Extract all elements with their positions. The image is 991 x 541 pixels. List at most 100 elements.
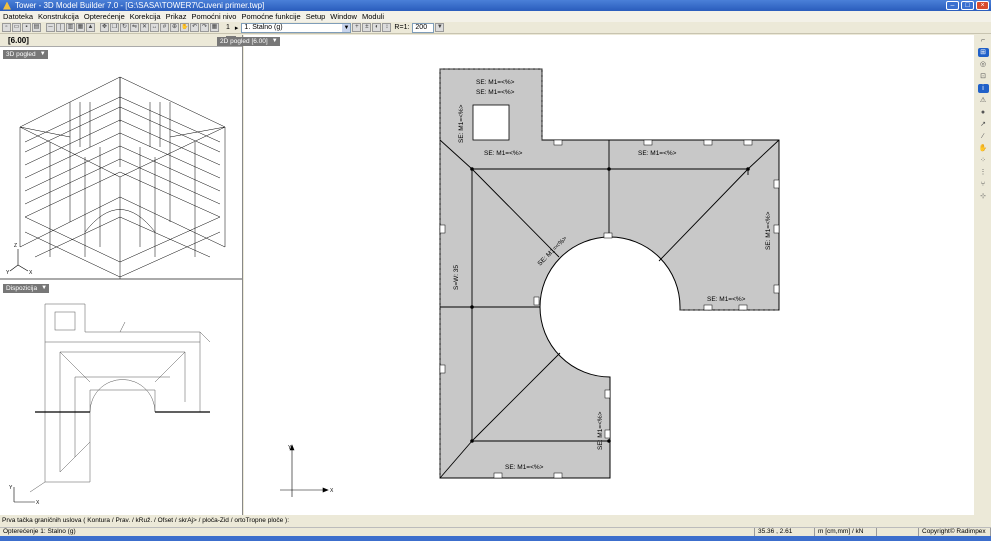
- chevron-down-icon: ▼: [271, 38, 278, 44]
- main-2d-view[interactable]: 2D pogled [6.00] ▼ SE: M1=<%> SE: M1=<%>…: [217, 35, 974, 515]
- view-dispozicija-dropdown[interactable]: Dispozicija ▼: [3, 284, 50, 293]
- status-flags: [877, 528, 919, 536]
- radius-input[interactable]: 200: [412, 22, 435, 33]
- view-dispozicija-pane[interactable]: Dispozicija ▼ Y X: [0, 282, 242, 515]
- measure-icon[interactable]: ↔: [150, 23, 159, 32]
- building-3d-model: Z X Y: [6, 76, 226, 279]
- node-icon[interactable]: ⊹: [978, 192, 989, 201]
- menu-prikaz[interactable]: Prikaz: [166, 12, 192, 21]
- green-node-icon[interactable]: ●: [978, 108, 989, 117]
- table-icon[interactable]: ▦: [210, 23, 219, 32]
- new-file-icon[interactable]: ▫: [2, 23, 11, 32]
- status-copyright: Copyright© Radimpex: [919, 528, 991, 536]
- menu-moduli[interactable]: Moduli: [362, 12, 389, 21]
- zoom-icon[interactable]: ⊕: [170, 23, 179, 32]
- disp-axis-icon: [13, 487, 35, 503]
- snap-icon[interactable]: ⊡: [978, 72, 989, 81]
- slab-label: SE: M1=<%>: [505, 464, 544, 471]
- target-icon[interactable]: ◎: [978, 60, 989, 69]
- axis-triad-icon: [9, 249, 29, 272]
- slab-label: SE: M1=<%>: [707, 296, 746, 303]
- menu-korekcija[interactable]: Korekcija: [130, 12, 166, 21]
- menu-pomocni-nivo[interactable]: Pomoćni nivo: [191, 12, 241, 21]
- grid-snap-icon[interactable]: ⊞: [977, 48, 989, 57]
- chevron-down-icon[interactable]: ▼: [435, 23, 445, 32]
- x-axis-label: X: [330, 488, 334, 494]
- level-arrow-icon[interactable]: ▸: [235, 24, 239, 32]
- line-tool-icon[interactable]: ∕: [978, 132, 989, 141]
- floor-slab-drawing: SE: M1=<%> SE: M1=<%> SE: M1=<%> SE: M1=…: [280, 68, 780, 497]
- view-3d-dropdown[interactable]: 3D pogled ▼: [3, 50, 48, 59]
- mirror-icon[interactable]: ⇋: [130, 23, 139, 32]
- slab-icon[interactable]: ▦: [76, 23, 85, 32]
- svg-text:X: X: [36, 500, 40, 506]
- load-edit-icon[interactable]: ±: [362, 23, 372, 32]
- current-level: [6.00]: [8, 36, 29, 45]
- delete-icon[interactable]: ✕: [140, 23, 149, 32]
- menu-konstrukcija[interactable]: Konstrukcija: [38, 12, 84, 21]
- scale-icon[interactable]: ↕: [382, 23, 392, 32]
- menu-window[interactable]: Window: [330, 12, 362, 21]
- print-icon[interactable]: ▤: [32, 23, 41, 32]
- main-toolbar: ▫ ▭ ▪ ▤ ─ │ ▥ ▦ ▲ ✥ ❐ ↻ ⇋ ✕ ↔ # ⊕ ✋ ↶ ↷ …: [0, 22, 991, 34]
- main-axis-icon: [280, 444, 329, 497]
- load-add-icon[interactable]: +: [352, 23, 362, 32]
- slab-label: SE: M1=<%>: [597, 411, 604, 450]
- tower-app-icon: [3, 1, 11, 10]
- undo-icon[interactable]: ↶: [190, 23, 199, 32]
- slab-label: SE: M1=<%>: [458, 104, 465, 143]
- load-case-select[interactable]: 1. Stalno (g) ▼: [241, 22, 352, 33]
- level-indicator: 1: [226, 24, 230, 31]
- column-icon[interactable]: │: [56, 23, 65, 32]
- save-icon[interactable]: ▪: [22, 23, 31, 32]
- hand-icon[interactable]: ✋: [978, 144, 989, 153]
- slab-label: SE: M1=<%>: [484, 150, 523, 157]
- view-3d-pane[interactable]: 3D pogled ▼ Z X Y: [0, 47, 242, 280]
- maximize-button[interactable]: □: [961, 1, 974, 10]
- menu-datoteka[interactable]: Datoteka: [3, 12, 38, 21]
- beam-icon[interactable]: ─: [46, 23, 55, 32]
- grid-icon[interactable]: #: [160, 23, 169, 32]
- menu-pomocne-funkcije[interactable]: Pomoćne funkcije: [241, 12, 305, 21]
- svg-text:X: X: [29, 270, 33, 276]
- view-2d-dropdown[interactable]: 2D pogled [6.00] ▼: [217, 37, 280, 46]
- left-panel: [6.00] ▶ 3D pogled ▼: [0, 35, 243, 515]
- status-coords: 35.36 , 2.61: [755, 528, 815, 536]
- tree-icon[interactable]: ⑂: [978, 180, 989, 189]
- move-icon[interactable]: ✥: [100, 23, 109, 32]
- wall-label: S=W: 35: [453, 265, 460, 290]
- window-title: Tower - 3D Model Builder 7.0 - [G:\SASA\…: [15, 1, 265, 10]
- title-bar: Tower - 3D Model Builder 7.0 - [G:\SASA\…: [0, 0, 991, 11]
- menu-setup[interactable]: Setup: [306, 12, 331, 21]
- chevron-down-icon: ▼: [39, 51, 46, 57]
- chevron-down-icon: ▼: [41, 285, 48, 291]
- contrast-icon[interactable]: ◐: [372, 23, 382, 32]
- arrow-icon[interactable]: ↗: [978, 120, 989, 129]
- pan-icon[interactable]: ✋: [180, 23, 189, 32]
- floor-plan-disposition: Y X: [9, 303, 211, 506]
- dots-icon[interactable]: ⁘: [978, 156, 989, 165]
- wall-icon[interactable]: ▥: [66, 23, 75, 32]
- rotate-icon[interactable]: ↻: [120, 23, 129, 32]
- slab-label: SE: M1=<%>: [638, 150, 677, 157]
- support-icon[interactable]: ▲: [86, 23, 95, 32]
- minimize-button[interactable]: –: [946, 1, 959, 10]
- split-icon[interactable]: ⋮: [978, 168, 989, 177]
- command-line[interactable]: Prva tačka graničnih uslova ( Kontura / …: [0, 515, 991, 527]
- radius-label: R=1:: [394, 24, 410, 31]
- status-load-case: Opterećenje 1: Stalno (g): [0, 528, 755, 536]
- chevron-down-icon: ▼: [342, 23, 351, 32]
- menu-bar: Datoteka Konstrukcija Opterećenje Korekc…: [0, 11, 991, 22]
- status-bar: Opterećenje 1: Stalno (g) 35.36 , 2.61 m…: [0, 527, 991, 536]
- warning-icon[interactable]: ⚠: [978, 96, 989, 105]
- corner-icon[interactable]: ⌐: [978, 36, 989, 45]
- open-folder-icon[interactable]: ▭: [12, 23, 21, 32]
- svg-text:Y: Y: [6, 270, 10, 276]
- copy-icon[interactable]: ❐: [110, 23, 119, 32]
- info-icon[interactable]: i: [977, 84, 989, 93]
- redo-icon[interactable]: ↷: [200, 23, 209, 32]
- menu-opterecenje[interactable]: Opterećenje: [84, 12, 130, 21]
- right-toolbar: ⌐ ⊞ ◎ ⊡ i ⚠ ● ↗ ∕ ✋ ⁘ ⋮ ⑂ ⊹: [975, 35, 991, 515]
- close-button[interactable]: ×: [976, 1, 989, 10]
- svg-text:Y: Y: [9, 485, 13, 491]
